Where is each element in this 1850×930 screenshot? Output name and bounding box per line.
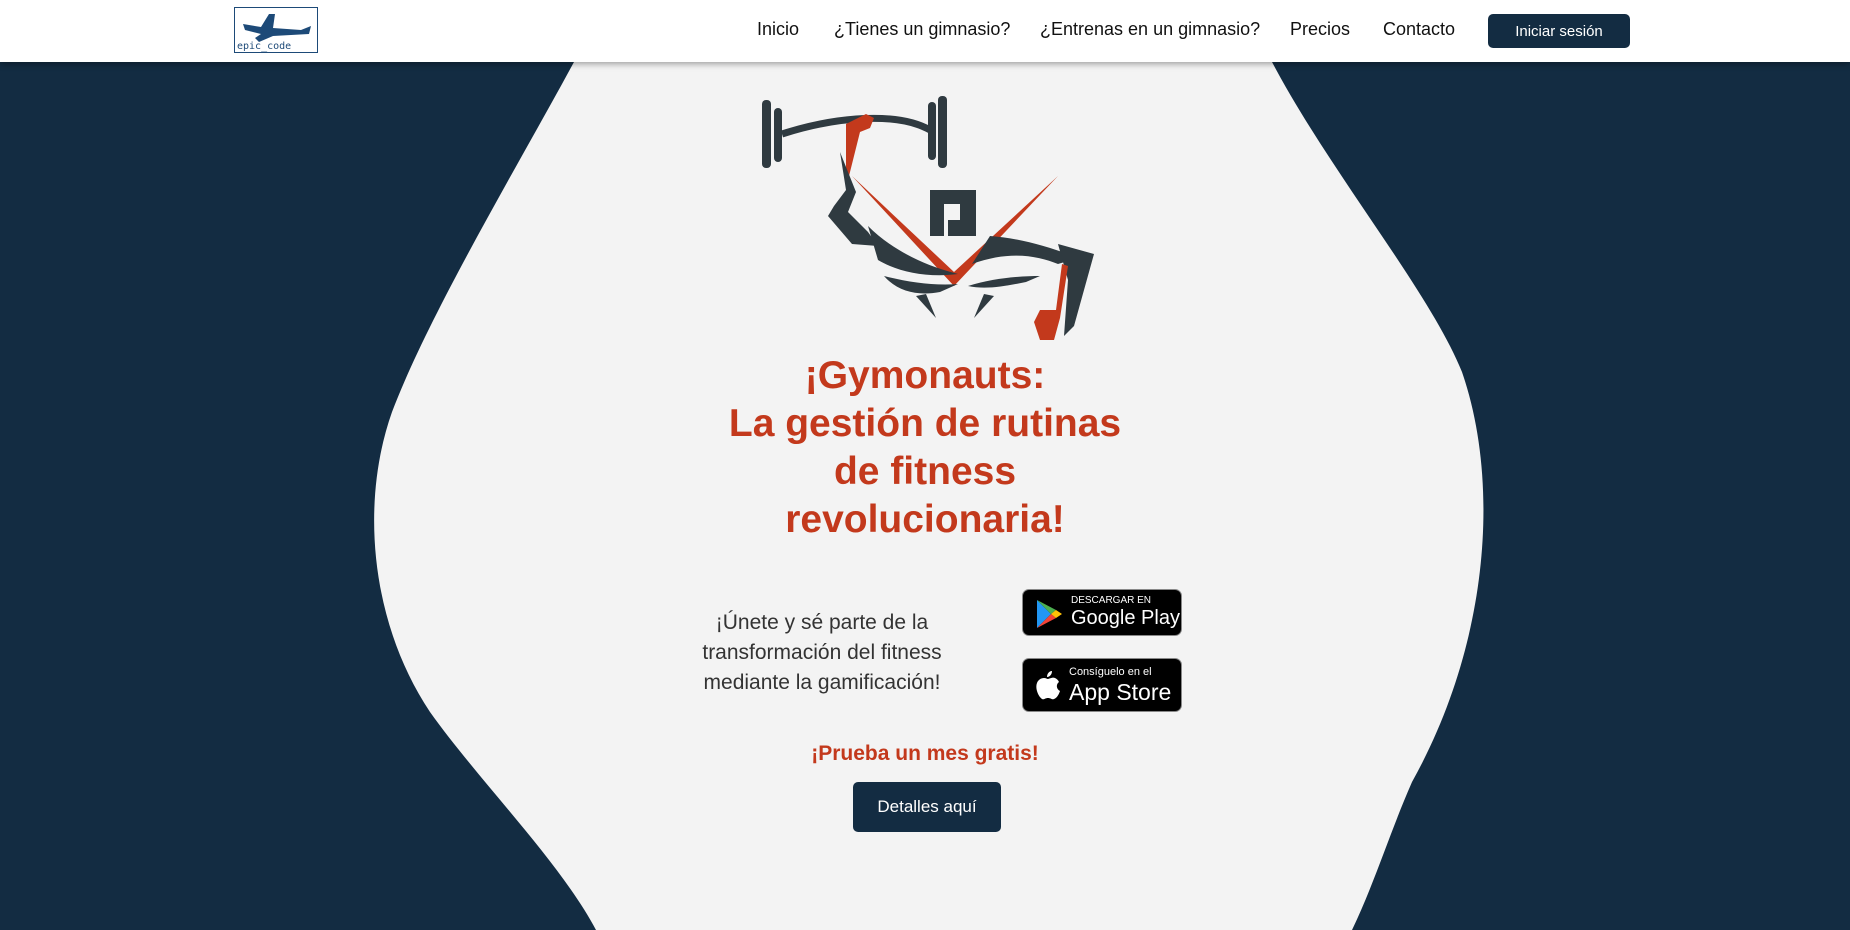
app-store-badge[interactable]: Consíguelo en el App Store (1022, 658, 1182, 712)
hero-tagline: ¡Únete y sé parte de la transformación d… (702, 611, 942, 694)
app-store-big-text: App Store (1069, 679, 1172, 705)
nav-item-inicio[interactable]: Inicio (757, 19, 799, 40)
headline-line-1: ¡Gymonauts: (804, 354, 1046, 397)
details-button[interactable]: Detalles aquí (853, 782, 1001, 832)
app-store-small-text: Consíguelo en el (1069, 666, 1152, 678)
nav-item-tienes-gimnasio[interactable]: ¿Tienes un gimnasio? (834, 19, 1010, 40)
logo-plane-icon (243, 14, 311, 42)
login-button[interactable]: Iniciar sesión (1488, 14, 1630, 48)
headline-line-2: La gestión de rutinas (728, 402, 1122, 445)
headline-line-4: revolucionaria! (785, 498, 1065, 541)
google-play-icon (1037, 600, 1062, 628)
google-play-big-text: Google Play (1071, 607, 1180, 629)
top-navbar: epic_code Inicio ¿Tienes un gimnasio? ¿E… (0, 0, 1850, 62)
promo-text: ¡Prueba un mes gratis! (811, 742, 1039, 765)
google-play-badge[interactable]: DESCARGAR EN Google Play (1022, 589, 1182, 636)
brand-logo[interactable]: epic_code (234, 7, 318, 53)
nav-item-contacto[interactable]: Contacto (1383, 19, 1455, 40)
hero-headline: ¡Gymonauts: La gestión de rutinas de fit… (660, 352, 1190, 544)
logo-text: epic_code (237, 41, 292, 52)
google-play-small-text: DESCARGAR EN (1071, 595, 1152, 606)
nav-item-precios[interactable]: Precios (1290, 19, 1350, 40)
headline-line-3: de fitness (833, 450, 1017, 493)
nav-item-entrenas-gimnasio[interactable]: ¿Entrenas en un gimnasio? (1040, 19, 1260, 40)
apple-icon (1036, 671, 1060, 700)
gymonauts-logo-icon (762, 96, 1094, 340)
